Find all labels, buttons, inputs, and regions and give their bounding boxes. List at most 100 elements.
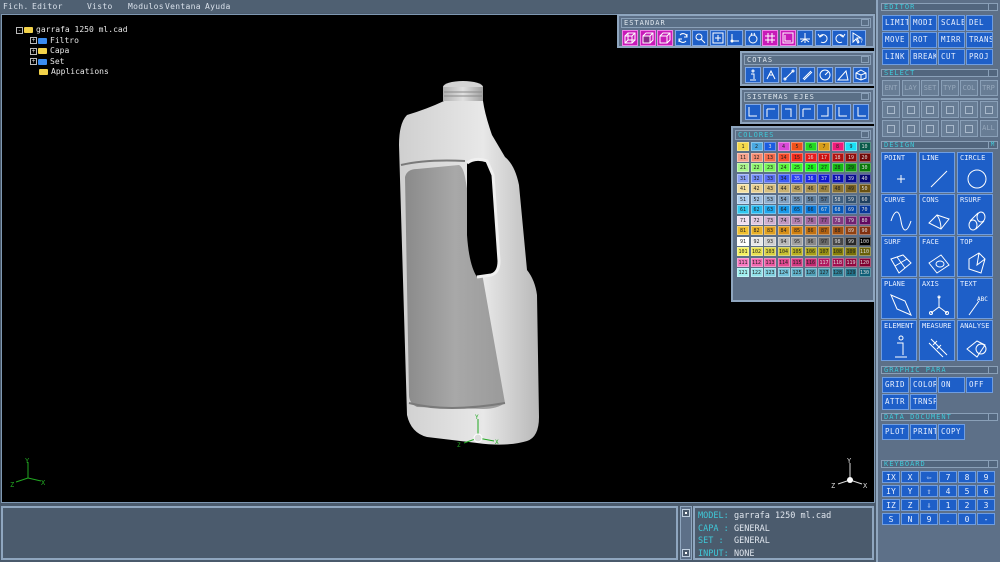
color-swatch[interactable]: 25 [791, 163, 803, 172]
editor-limit-button[interactable]: LIMIT [882, 15, 909, 31]
color-swatch[interactable]: 36 [804, 173, 817, 183]
color-swatch[interactable]: 34 [777, 173, 790, 183]
keyboard-key[interactable]: S [882, 513, 900, 525]
keyboard-section-title-toggle[interactable] [988, 460, 997, 468]
color-swatch[interactable]: 45 [791, 184, 803, 193]
estandar-title[interactable]: ESTANDAR [621, 18, 871, 28]
help-cursor-button[interactable]: ? [849, 30, 866, 46]
keyboard-key[interactable]: 5 [958, 485, 976, 497]
editor-break-button[interactable]: BREAK [910, 49, 937, 65]
command-console[interactable] [1, 506, 678, 560]
keyboard-key[interactable]: 1 [939, 499, 957, 511]
editor-trans-button[interactable]: TRANS [966, 32, 993, 48]
color-swatch[interactable]: 87 [818, 226, 830, 235]
color-swatch[interactable]: 23 [764, 163, 776, 172]
plane-select-button[interactable] [882, 120, 900, 137]
orbit-button[interactable] [744, 30, 761, 46]
design-measure-button[interactable]: MEASURE [919, 320, 955, 361]
color-swatch[interactable]: 3 [764, 142, 776, 151]
console-scrollbar[interactable] [680, 506, 692, 560]
keyboard-key[interactable]: IY [882, 485, 900, 497]
graphic-on-button[interactable]: ON [938, 377, 965, 393]
triangle-button[interactable] [835, 67, 851, 83]
menu-ventana[interactable]: Ventana [165, 0, 201, 13]
color-swatch[interactable]: 70 [858, 205, 871, 214]
select-filter-typ[interactable]: TYP [940, 80, 959, 96]
menu-visto[interactable]: Visto [87, 0, 113, 13]
color-swatch[interactable]: 54 [777, 194, 790, 204]
color-swatch[interactable]: 91 [737, 236, 749, 246]
graphic-color-button[interactable]: COLOR [910, 377, 937, 393]
surface-select-button[interactable] [921, 101, 939, 118]
color-swatch[interactable]: 50 [858, 184, 871, 193]
color-swatch[interactable]: 8 [831, 142, 844, 151]
color-swatch[interactable]: 18 [831, 152, 844, 162]
color-swatch[interactable]: 22 [750, 163, 763, 172]
color-swatch[interactable]: 76 [804, 215, 817, 225]
color-swatch[interactable]: 122 [750, 268, 763, 277]
keyboard-key[interactable]: - [977, 513, 995, 525]
editor-proj-button[interactable]: PROJ [966, 49, 993, 65]
select-filter-lay[interactable]: LAY [901, 80, 920, 96]
select-all-button[interactable]: ALL [979, 120, 998, 137]
design-circle-button[interactable]: CIRCLE [957, 152, 993, 193]
color-swatch[interactable]: 113 [764, 257, 776, 267]
color-swatch[interactable]: 94 [777, 236, 790, 246]
data-copy-button[interactable]: COPY [938, 424, 965, 440]
select-filter-col[interactable]: COL [960, 80, 978, 96]
keyboard-key[interactable]: ⇧ [920, 485, 938, 497]
color-swatch[interactable]: 10 [858, 142, 871, 151]
color-swatch[interactable]: 65 [791, 205, 803, 214]
color-swatch[interactable]: 78 [831, 215, 844, 225]
color-swatch[interactable]: 106 [804, 247, 817, 256]
keyboard-key[interactable]: 4 [939, 485, 957, 497]
color-swatch[interactable]: 83 [764, 226, 776, 235]
color-swatch[interactable]: 114 [777, 257, 790, 267]
axes-xz2-button[interactable] [835, 104, 851, 120]
color-swatch[interactable]: 4 [777, 142, 790, 151]
colores-title[interactable]: COLORES [735, 130, 871, 140]
tripod-button[interactable] [797, 30, 813, 46]
color-swatch[interactable]: 28 [831, 163, 844, 172]
color-swatch[interactable]: 124 [777, 268, 790, 277]
color-swatch[interactable]: 103 [764, 247, 776, 256]
color-swatch[interactable]: 123 [764, 268, 776, 277]
color-swatch[interactable]: 126 [804, 268, 817, 277]
color-swatch[interactable]: 29 [845, 163, 857, 172]
color-swatch[interactable]: 66 [804, 205, 817, 214]
menu-fich[interactable]: Fich. [3, 0, 29, 13]
color-swatch[interactable]: 59 [845, 194, 857, 204]
rotate-button[interactable] [674, 30, 691, 46]
color-swatch[interactable]: 57 [818, 194, 830, 204]
keyboard-key[interactable]: 0 [958, 513, 976, 525]
select-section-title-toggle[interactable] [988, 69, 997, 77]
zoom-button[interactable] [692, 30, 708, 46]
color-swatch[interactable]: 75 [791, 215, 803, 225]
color-swatch[interactable]: 93 [764, 236, 776, 246]
color-swatch[interactable]: 40 [858, 173, 871, 183]
color-swatch[interactable]: 49 [845, 184, 857, 193]
color-swatch[interactable]: 128 [831, 268, 844, 277]
design-rsurf-button[interactable]: RSURF [957, 194, 993, 235]
keyboard-key[interactable]: 2 [958, 499, 976, 511]
expand-icon[interactable]: + [30, 37, 37, 45]
color-swatch[interactable]: 77 [818, 215, 830, 225]
design-section-title-toggle[interactable]: M [988, 141, 997, 149]
panel-close-button[interactable] [861, 93, 869, 100]
color-swatch[interactable]: 102 [750, 247, 763, 256]
keyboard-key[interactable]: IZ [882, 499, 900, 511]
design-element-button[interactable]: ELEMENT [881, 320, 917, 361]
color-swatch[interactable]: 58 [831, 194, 844, 204]
color-swatch[interactable]: 32 [750, 173, 763, 183]
color-swatch[interactable]: 67 [818, 205, 830, 214]
editor-move-button[interactable]: MOVE [882, 32, 909, 48]
color-swatch[interactable]: 118 [831, 257, 844, 267]
color-swatch[interactable]: 63 [764, 205, 776, 214]
bottle-3d-model[interactable] [387, 65, 557, 455]
editor-del-button[interactable]: DEL [966, 15, 993, 31]
design-face-button[interactable]: FACE [919, 236, 955, 277]
color-swatch[interactable]: 69 [845, 205, 857, 214]
group-select-button[interactable] [940, 120, 959, 137]
color-swatch[interactable]: 105 [791, 247, 803, 256]
color-swatch[interactable]: 90 [858, 226, 871, 235]
